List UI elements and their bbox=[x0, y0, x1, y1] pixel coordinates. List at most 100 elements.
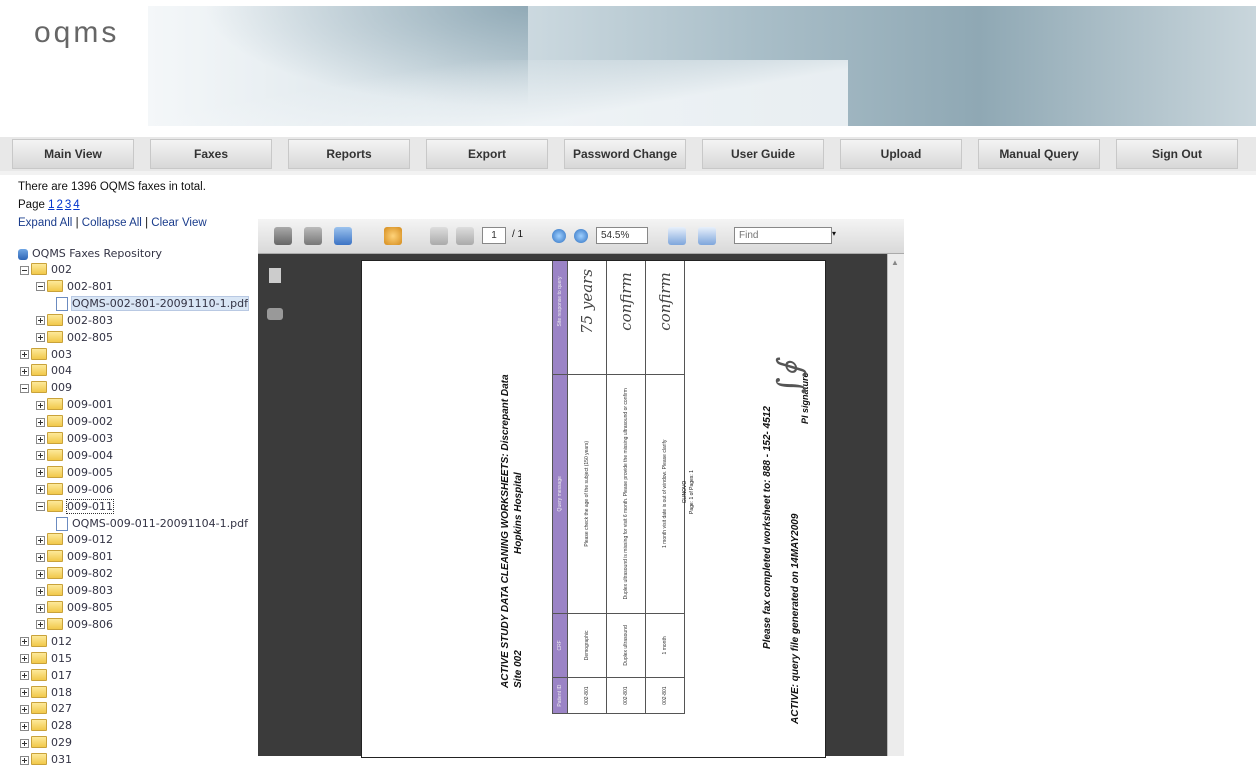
zoom-out-icon[interactable] bbox=[552, 229, 566, 243]
expand-icon[interactable] bbox=[20, 688, 29, 697]
page-link-2[interactable]: 2 bbox=[56, 199, 62, 211]
expand-icon[interactable] bbox=[36, 535, 45, 545]
scroll-up-icon[interactable]: ▲ bbox=[891, 258, 899, 267]
page-link-4[interactable]: 4 bbox=[73, 199, 79, 211]
nav-reports-button[interactable]: Reports bbox=[288, 139, 410, 169]
save-icon[interactable] bbox=[304, 227, 322, 245]
tree-folder[interactable]: 009-011 bbox=[36, 498, 114, 515]
previous-page-icon[interactable] bbox=[430, 227, 448, 245]
tree-folder[interactable]: 003 bbox=[20, 347, 72, 363]
tree-folder[interactable]: 009-005 bbox=[36, 465, 113, 481]
tree-folder[interactable]: 017 bbox=[20, 668, 72, 684]
expand-icon[interactable] bbox=[36, 485, 45, 495]
tree-root[interactable]: OQMS Faxes Repository bbox=[18, 246, 162, 262]
expand-icon[interactable] bbox=[36, 468, 45, 478]
expand-icon[interactable] bbox=[20, 738, 29, 748]
tree-folder[interactable]: 031 bbox=[20, 752, 72, 768]
clear-view-link[interactable]: Clear View bbox=[151, 217, 206, 229]
table-row: 002-801 1 month 1 month visit date is out … bbox=[645, 261, 685, 714]
expand-icon[interactable] bbox=[20, 755, 29, 765]
search-panel-icon[interactable] bbox=[267, 308, 283, 320]
tree-folder[interactable]: 002-805 bbox=[36, 330, 113, 346]
expand-icon[interactable] bbox=[20, 704, 29, 714]
tree-node-label: 012 bbox=[51, 634, 72, 648]
expand-icon[interactable] bbox=[20, 721, 29, 731]
print-icon[interactable] bbox=[274, 227, 292, 245]
tree-folder[interactable]: 009-802 bbox=[36, 566, 113, 582]
collapse-icon[interactable] bbox=[36, 282, 45, 292]
table-cell: Duplex ultrasound bbox=[606, 613, 646, 678]
expand-icon[interactable] bbox=[20, 366, 29, 376]
find-input[interactable] bbox=[734, 227, 832, 244]
nav-main-view-button[interactable]: Main View bbox=[12, 139, 134, 169]
expand-icon[interactable] bbox=[20, 654, 29, 664]
page-number-input[interactable] bbox=[482, 227, 506, 244]
tools-icon[interactable] bbox=[384, 227, 402, 245]
expand-icon[interactable] bbox=[20, 637, 29, 647]
expand-all-link[interactable]: Expand All bbox=[18, 217, 72, 229]
tree-folder[interactable]: 002-803 bbox=[36, 313, 113, 329]
expand-icon[interactable] bbox=[36, 620, 45, 630]
tree-folder[interactable]: 009-803 bbox=[36, 583, 113, 599]
nav-password-change-button[interactable]: Password Change bbox=[564, 139, 686, 169]
tree-folder[interactable]: 009-003 bbox=[36, 431, 113, 447]
find-dropdown-icon[interactable]: ▾ bbox=[832, 229, 836, 238]
pages-panel-icon[interactable] bbox=[269, 268, 281, 283]
expand-icon[interactable] bbox=[36, 400, 45, 410]
tree-file[interactable]: OQMS-002-801-20091110-1.pdf bbox=[56, 295, 249, 312]
zoom-select[interactable] bbox=[596, 227, 648, 244]
tree-folder[interactable]: 027 bbox=[20, 701, 72, 717]
tree-folder[interactable]: 012 bbox=[20, 634, 72, 650]
file-icon bbox=[56, 516, 68, 531]
next-page-icon[interactable] bbox=[456, 227, 474, 245]
expand-icon[interactable] bbox=[36, 451, 45, 461]
page-link-1[interactable]: 1 bbox=[48, 199, 54, 211]
doc-title: ACTIVE STUDY DATA CLEANING WORKSHEETS: D… bbox=[500, 374, 511, 688]
nav-user-guide-button[interactable]: User Guide bbox=[702, 139, 824, 169]
expand-icon[interactable] bbox=[36, 333, 45, 343]
expand-icon[interactable] bbox=[36, 316, 45, 326]
nav-sign-out-button[interactable]: Sign Out bbox=[1116, 139, 1238, 169]
page-link-3[interactable]: 3 bbox=[65, 199, 71, 211]
tree-folder[interactable]: 002-801 bbox=[36, 279, 113, 295]
expand-icon[interactable] bbox=[36, 603, 45, 613]
tree-folder[interactable]: 009-806 bbox=[36, 617, 113, 633]
share-icon[interactable] bbox=[334, 227, 352, 245]
nav-upload-button[interactable]: Upload bbox=[840, 139, 962, 169]
collapse-icon[interactable] bbox=[20, 383, 29, 393]
collapse-all-link[interactable]: Collapse All bbox=[82, 217, 142, 229]
fit-width-icon[interactable] bbox=[668, 227, 686, 245]
tree-folder[interactable]: 029 bbox=[20, 735, 72, 751]
tree-folder[interactable]: 009-012 bbox=[36, 532, 113, 548]
tree-folder[interactable]: 009-801 bbox=[36, 549, 113, 565]
expand-icon[interactable] bbox=[36, 417, 45, 427]
tree-folder[interactable]: 028 bbox=[20, 718, 72, 734]
expand-icon[interactable] bbox=[36, 552, 45, 562]
zoom-in-icon[interactable] bbox=[574, 229, 588, 243]
nav-export-button[interactable]: Export bbox=[426, 139, 548, 169]
collapse-icon[interactable] bbox=[20, 265, 29, 275]
tree-folder[interactable]: 009-002 bbox=[36, 414, 113, 430]
tree-folder[interactable]: 009-001 bbox=[36, 397, 113, 413]
tree-folder[interactable]: 009 bbox=[20, 380, 72, 396]
tree-file[interactable]: OQMS-009-011-20091104-1.pdf bbox=[56, 516, 248, 532]
tree-folder[interactable]: 002 bbox=[20, 262, 72, 278]
tree-folder[interactable]: 018 bbox=[20, 685, 72, 701]
expand-icon[interactable] bbox=[20, 350, 29, 359]
expand-icon[interactable] bbox=[36, 569, 45, 579]
tree-folder[interactable]: 009-805 bbox=[36, 600, 113, 616]
expand-icon[interactable] bbox=[36, 434, 45, 444]
tree-folder[interactable]: 009-004 bbox=[36, 448, 113, 464]
tree-folder[interactable]: 015 bbox=[20, 651, 72, 667]
tree-folder[interactable]: 009-006 bbox=[36, 482, 113, 498]
nav-faxes-button[interactable]: Faxes bbox=[150, 139, 272, 169]
folder-icon bbox=[31, 736, 47, 749]
fit-page-icon[interactable] bbox=[698, 227, 716, 245]
pdf-scrollbar[interactable]: ▲ bbox=[887, 254, 904, 756]
nav-manual-query-button[interactable]: Manual Query bbox=[978, 139, 1100, 169]
expand-icon[interactable] bbox=[20, 671, 29, 681]
collapse-icon[interactable] bbox=[36, 502, 45, 512]
tree-folder[interactable]: 004 bbox=[20, 363, 72, 379]
expand-icon[interactable] bbox=[36, 586, 45, 596]
site-response-cell: confirm bbox=[606, 261, 646, 375]
